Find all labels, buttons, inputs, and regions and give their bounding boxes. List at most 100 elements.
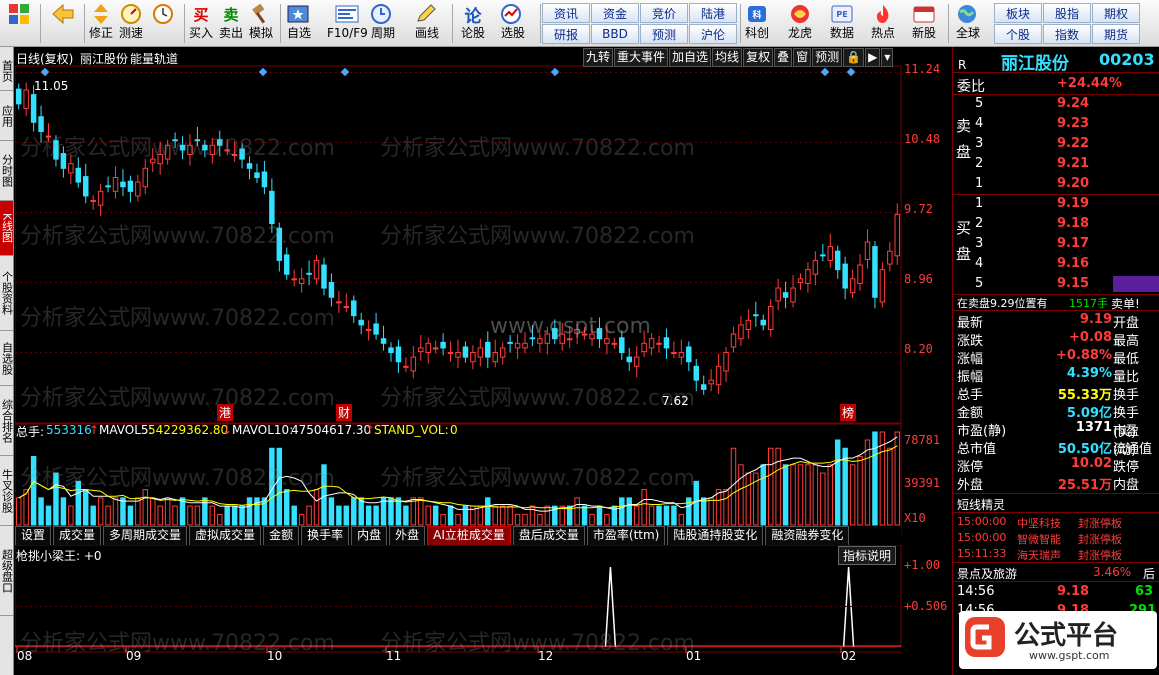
sector-button[interactable]: 板块 xyxy=(994,3,1042,23)
candlestick xyxy=(827,246,834,261)
tab-virtual-volume[interactable]: 虚拟成交量 xyxy=(189,526,262,545)
tab-after-hours-volume[interactable]: 盘后成交量 xyxy=(512,526,585,545)
sidebar-tab-profile[interactable]: 个股资料 xyxy=(0,256,14,331)
sidebar-tab-ranking[interactable]: 综合排名 xyxy=(0,386,14,456)
tab-pe-ttm[interactable]: 市盈率(ttm) xyxy=(586,526,666,545)
global-button[interactable]: 全球 xyxy=(955,2,981,45)
bbd-button[interactable]: BBD xyxy=(591,24,639,44)
tech-board-button[interactable]: 科 科创 xyxy=(744,2,770,45)
index-futures-button[interactable]: 股指 xyxy=(1043,3,1091,23)
buy-level: 1 xyxy=(975,196,984,211)
candlestick xyxy=(157,154,163,165)
candlestick xyxy=(574,329,580,334)
tab-margin[interactable]: 融资融券变化 xyxy=(765,526,850,545)
simulate-button[interactable]: 模拟 xyxy=(248,2,274,45)
event-marker-hk[interactable]: 港 xyxy=(217,404,234,421)
shanghai-london-button[interactable]: 沪伦 xyxy=(689,24,737,44)
back-button[interactable] xyxy=(50,2,76,45)
sidebar-tab-apps[interactable]: 应用 xyxy=(0,91,14,141)
more-icon[interactable]: ▾ xyxy=(881,48,894,67)
main-toolbar: 修正 测速 买 买入 卖 卖出 模拟 自选 F10/F9 周期 画线 论 论股 … xyxy=(0,0,1159,47)
discussion-button[interactable]: 论 论股 xyxy=(460,2,486,45)
nine-turn-button[interactable]: 九转 xyxy=(583,48,614,67)
volume-bar xyxy=(395,497,402,526)
capital-button[interactable]: 资金 xyxy=(591,3,639,23)
tab-turnover[interactable]: 换手率 xyxy=(301,526,350,545)
event-marker-finance[interactable]: 财 xyxy=(336,404,353,421)
volume-bar xyxy=(231,505,238,526)
f10-button[interactable]: F10/F9 xyxy=(327,2,368,45)
candlestick xyxy=(120,181,126,188)
buy-price: 9.15 xyxy=(1057,276,1090,291)
tab-ai-volume[interactable]: AI立桩成交量 xyxy=(427,526,511,545)
volume-bar xyxy=(135,497,141,526)
sidebar-tab-diagnosis[interactable]: 牛叉诊股 xyxy=(0,456,14,526)
alert-stock[interactable]: 智微智能 xyxy=(1017,531,1061,547)
hot-spot-button[interactable]: 热点 xyxy=(870,2,896,45)
window-button[interactable]: 窗 xyxy=(793,48,812,67)
tab-outer[interactable]: 外盘 xyxy=(389,526,426,545)
index-button[interactable]: 指数 xyxy=(1043,24,1091,44)
tab-northbound[interactable]: 陆股通持股变化 xyxy=(667,526,764,545)
sidebar-tab-orderbook[interactable]: 超级盘口 xyxy=(0,526,14,616)
r-flag: R xyxy=(958,58,967,72)
sector-name[interactable]: 景点及旅游 xyxy=(957,565,1017,582)
sidebar-tab-home[interactable]: 首页 xyxy=(0,51,14,91)
indicator-tab-bar: 设置 成交量 多周期成交量 虚拟成交量 金额 换手率 内盘 外盘 AI立桩成交量… xyxy=(15,526,901,545)
candlestick xyxy=(559,333,565,344)
sidebar-tab-kline[interactable]: K线图 xyxy=(0,201,14,256)
candlestick xyxy=(514,342,521,349)
event-marker-list[interactable]: 榜 xyxy=(840,404,857,421)
news-button[interactable]: 资讯 xyxy=(542,3,590,23)
speed-test-button[interactable]: 测速 xyxy=(118,2,144,45)
research-button[interactable]: 研报 xyxy=(542,24,590,44)
period-button[interactable]: 周期 xyxy=(370,2,396,45)
tab-volume[interactable]: 成交量 xyxy=(53,526,102,545)
add-favorite-button[interactable]: 加自选 xyxy=(669,48,712,67)
clock-button[interactable] xyxy=(150,2,176,45)
left-sidebar: 首页 应用 分时图 K线图 个股资料 自选股 综合排名 牛叉诊股 超级盘口 xyxy=(0,47,14,675)
lock-icon[interactable]: 🔒 xyxy=(843,48,865,67)
logo-box: 公式平台 www.gspt.com xyxy=(959,611,1157,669)
alert-stock[interactable]: 中坚科技 xyxy=(1017,515,1061,531)
overlay-button[interactable]: 叠 xyxy=(774,48,793,67)
alert-stock[interactable]: 海天瑞声 xyxy=(1017,547,1061,563)
tab-amount[interactable]: 金额 xyxy=(263,526,300,545)
moving-average-button[interactable]: 均线 xyxy=(712,48,743,67)
candlestick xyxy=(775,287,781,302)
tab-multi-period-volume[interactable]: 多周期成交量 xyxy=(103,526,188,545)
tick-time: 14:56 xyxy=(957,584,995,599)
draw-line-button[interactable]: 画线 xyxy=(414,2,440,45)
stand-vol-label: STAND_VOL: xyxy=(374,423,449,437)
volume-total-label: 总手: xyxy=(16,425,45,439)
major-events-button[interactable]: 重大事件 xyxy=(614,48,669,67)
options-button[interactable]: 期权 xyxy=(1092,3,1140,23)
sidebar-tab-intraday[interactable]: 分时图 xyxy=(0,141,14,201)
tab-settings[interactable]: 设置 xyxy=(15,526,52,545)
stock-picker-button[interactable]: 选股 xyxy=(500,2,526,45)
single-stock-button[interactable]: 个股 xyxy=(994,24,1042,44)
futures-button[interactable]: 期货 xyxy=(1092,24,1140,44)
sell-button[interactable]: 卖 卖出 xyxy=(218,2,244,45)
price-tick: 10.48 xyxy=(904,132,941,146)
forecast-button[interactable]: 预测 xyxy=(640,24,688,44)
auction-button[interactable]: 竞价 xyxy=(640,3,688,23)
candlestick xyxy=(291,278,297,281)
volume-tick: 39391 xyxy=(904,476,941,490)
adjust-price-button[interactable]: 复权 xyxy=(743,48,774,67)
correct-button[interactable]: 修正 xyxy=(88,2,114,45)
chart-canvas[interactable] xyxy=(15,47,951,675)
hk-connect-button[interactable]: 陆港 xyxy=(689,3,737,23)
favorites-button[interactable]: 自选 xyxy=(286,2,312,45)
predict-button[interactable]: 预测 xyxy=(812,48,843,67)
play-icon[interactable]: ▶ xyxy=(865,48,881,67)
indicator-help-button[interactable]: 指标说明 xyxy=(838,546,897,565)
windows-button[interactable] xyxy=(6,2,32,45)
buy-button[interactable]: 买 买入 xyxy=(188,2,214,45)
tab-inner[interactable]: 内盘 xyxy=(351,526,388,545)
new-stock-button[interactable]: 新股 xyxy=(911,2,937,45)
data-button[interactable]: PE 数据 xyxy=(829,2,855,45)
sidebar-tab-watchlist[interactable]: 自选股 xyxy=(0,331,14,386)
dragon-tiger-button[interactable]: 龙虎 xyxy=(787,2,813,45)
discussion-icon: 论 xyxy=(464,6,482,27)
